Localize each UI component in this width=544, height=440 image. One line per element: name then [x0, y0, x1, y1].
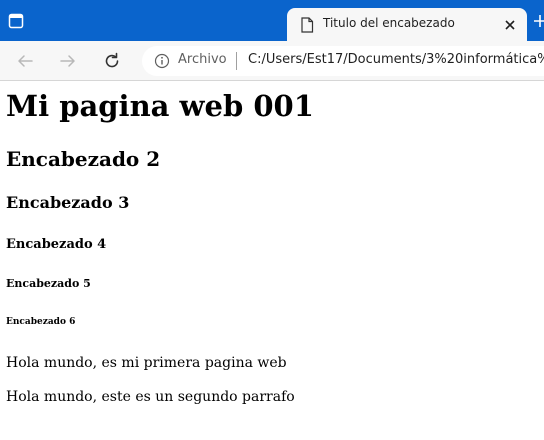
- heading-2: Encabezado 2: [6, 147, 161, 171]
- paragraph: Hola mundo, es mi primera pagina web: [6, 355, 287, 371]
- plus-icon[interactable]: [532, 13, 544, 29]
- heading-1: Mi pagina web 001: [6, 89, 314, 123]
- heading-5: Encabezado 5: [6, 277, 91, 290]
- heading-3: Encabezado 3: [6, 193, 130, 212]
- close-icon[interactable]: [503, 17, 517, 31]
- scheme-label: Archivo: [178, 52, 227, 67]
- refresh-icon[interactable]: [102, 51, 122, 71]
- document-icon: [300, 17, 314, 33]
- info-icon[interactable]: [154, 53, 170, 69]
- browser-toolbar: Archivo C:/Users/Est17/Documents/3%20inf…: [0, 41, 544, 81]
- tab-strip: Titulo del encabezado: [0, 0, 544, 41]
- url-text[interactable]: C:/Users/Est17/Documents/3%20informática…: [248, 52, 544, 67]
- tab-title: Titulo del encabezado: [323, 16, 455, 30]
- arrow-right-icon[interactable]: [58, 51, 78, 71]
- heading-4: Encabezado 4: [6, 237, 107, 252]
- arrow-left-icon[interactable]: [15, 51, 35, 71]
- heading-6: Encabezado 6: [6, 317, 76, 327]
- address-separator: [236, 52, 237, 70]
- page-content: Mi pagina web 001 Encabezado 2 Encabezad…: [0, 81, 544, 440]
- address-bar[interactable]: Archivo C:/Users/Est17/Documents/3%20inf…: [142, 46, 544, 76]
- tab-actions-icon[interactable]: [8, 13, 24, 29]
- tab-active[interactable]: Titulo del encabezado: [287, 8, 527, 41]
- paragraph: Hola mundo, este es un segundo parrafo: [6, 389, 295, 405]
